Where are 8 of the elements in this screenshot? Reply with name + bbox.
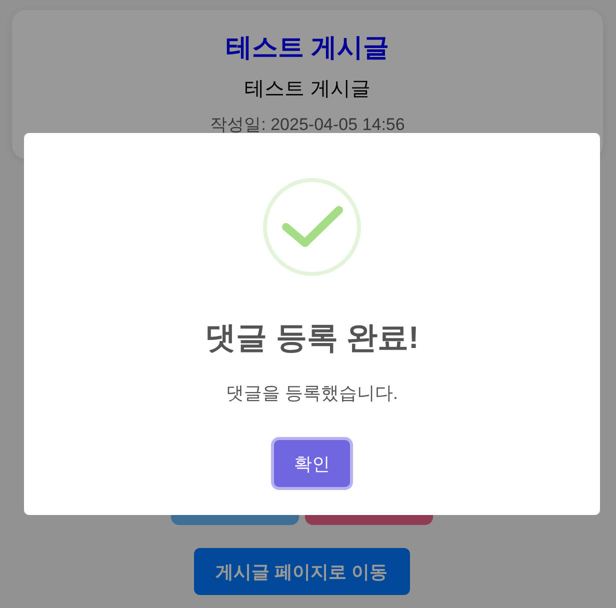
post-date: 작성일: 2025-04-05 14:56 [210, 115, 405, 134]
dialog-message: 댓글을 등록했습니다. [226, 382, 398, 405]
confirm-button[interactable]: 확인 [274, 440, 350, 487]
success-check-icon [263, 178, 361, 276]
post-page-button[interactable]: 게시글 페이지로 이동 [194, 548, 410, 595]
dialog-title: 댓글 등록 완료! [205, 320, 419, 356]
post-title: 테스트 게시글 [226, 32, 390, 63]
post-content: 테스트 게시글 [244, 77, 370, 101]
